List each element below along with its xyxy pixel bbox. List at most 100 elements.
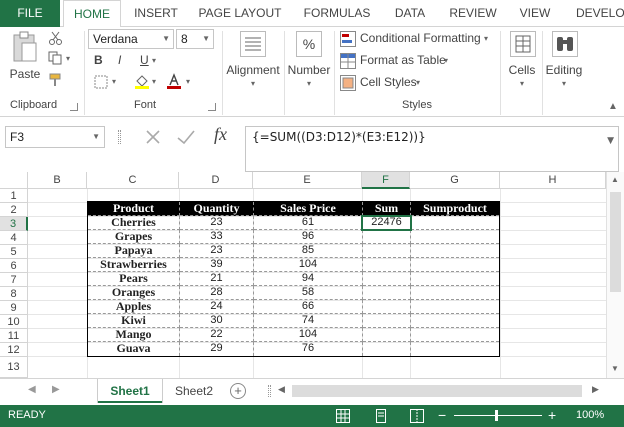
font-color-dropdown-icon[interactable]: ▾ bbox=[186, 77, 190, 86]
table-cell[interactable] bbox=[411, 300, 499, 314]
table-cell[interactable]: 24 bbox=[180, 300, 254, 314]
add-sheet-button[interactable]: + bbox=[230, 383, 246, 399]
tab-view[interactable]: VIEW bbox=[512, 0, 558, 27]
row-header-1[interactable]: 1 bbox=[0, 189, 28, 203]
table-cell[interactable]: 66 bbox=[254, 300, 363, 314]
horizontal-scroll-thumb[interactable] bbox=[292, 385, 582, 397]
format-painter-icon[interactable] bbox=[48, 73, 64, 87]
table-cell[interactable] bbox=[411, 342, 499, 356]
zoom-out-icon[interactable]: − bbox=[438, 407, 446, 423]
tab-insert[interactable]: INSERT bbox=[128, 0, 184, 27]
enter-icon[interactable] bbox=[176, 128, 196, 146]
table-cell[interactable]: Pears bbox=[88, 272, 180, 286]
table-cell[interactable] bbox=[363, 328, 411, 342]
tab-developer[interactable]: DEVELO bbox=[568, 0, 624, 27]
font-color-icon[interactable] bbox=[166, 73, 182, 89]
table-cell[interactable]: 29 bbox=[180, 342, 254, 356]
zoom-slider[interactable] bbox=[454, 415, 542, 416]
table-cell[interactable]: 85 bbox=[254, 244, 363, 258]
alignment-button[interactable]: Alignment ▾ bbox=[224, 29, 282, 95]
table-cell[interactable]: 28 bbox=[180, 286, 254, 300]
insert-function-button[interactable]: fx bbox=[214, 124, 227, 145]
name-box[interactable]: F3 ▼ bbox=[5, 126, 105, 148]
table-cell[interactable]: 94 bbox=[254, 272, 363, 286]
table-header-cell[interactable]: Product bbox=[88, 202, 180, 216]
table-cell[interactable]: 23 bbox=[180, 244, 254, 258]
table-header-cell[interactable]: Sales Price bbox=[254, 202, 363, 216]
table-cell[interactable] bbox=[363, 314, 411, 328]
table-cell[interactable] bbox=[411, 328, 499, 342]
table-cell[interactable]: Papaya bbox=[88, 244, 180, 258]
table-cell[interactable] bbox=[363, 342, 411, 356]
page-layout-view-icon[interactable] bbox=[374, 409, 388, 423]
drag-handle-icon[interactable] bbox=[118, 130, 121, 144]
table-cell[interactable]: 61 bbox=[254, 216, 363, 230]
column-header-g[interactable]: G bbox=[410, 172, 500, 189]
copy-dropdown-icon[interactable]: ▾ bbox=[66, 54, 70, 63]
border-icon[interactable] bbox=[94, 75, 108, 89]
table-cell[interactable]: Cherries bbox=[88, 216, 180, 230]
table-cell[interactable] bbox=[363, 286, 411, 300]
table-header-cell[interactable]: Sumproduct bbox=[411, 202, 499, 216]
copy-icon[interactable] bbox=[48, 51, 64, 65]
font-family-select[interactable]: Verdana ▼ bbox=[88, 29, 174, 49]
table-cell[interactable] bbox=[363, 230, 411, 244]
table-cell[interactable]: 104 bbox=[254, 328, 363, 342]
font-size-select[interactable]: 8 ▼ bbox=[176, 29, 214, 49]
table-cell[interactable]: Grapes bbox=[88, 230, 180, 244]
scroll-left-icon[interactable]: ◀ bbox=[278, 384, 285, 395]
table-cell[interactable]: Apples bbox=[88, 300, 180, 314]
number-button[interactable]: % Number ▾ bbox=[286, 29, 332, 95]
table-cell[interactable]: Guava bbox=[88, 342, 180, 356]
scroll-thumb[interactable] bbox=[610, 192, 621, 292]
clipboard-launcher-icon[interactable] bbox=[70, 103, 78, 111]
table-cell[interactable] bbox=[411, 244, 499, 258]
table-cell[interactable]: Kiwi bbox=[88, 314, 180, 328]
table-cell[interactable] bbox=[411, 258, 499, 272]
row-header-8[interactable]: 8 bbox=[0, 287, 28, 301]
table-cell[interactable]: 39 bbox=[180, 258, 254, 272]
table-cell[interactable] bbox=[411, 230, 499, 244]
row-header-13[interactable]: 13 bbox=[0, 357, 28, 378]
row-header-12[interactable]: 12 bbox=[0, 343, 28, 357]
editing-button[interactable]: Editing ▾ bbox=[544, 29, 584, 95]
table-cell[interactable] bbox=[363, 272, 411, 286]
normal-view-icon[interactable] bbox=[336, 409, 350, 423]
formula-input[interactable]: {=SUM((D3:D12)*(E3:E12))} ▼ bbox=[245, 126, 619, 172]
tab-home[interactable]: HOME bbox=[63, 0, 121, 28]
tab-formulas[interactable]: FORMULAS bbox=[297, 0, 377, 27]
table-cell[interactable] bbox=[411, 216, 499, 230]
table-header-cell[interactable]: Quantity bbox=[180, 202, 254, 216]
tab-page-layout[interactable]: PAGE LAYOUT bbox=[192, 0, 288, 27]
table-cell[interactable] bbox=[411, 286, 499, 300]
column-header-h[interactable]: H bbox=[500, 172, 606, 189]
table-cell[interactable]: 76 bbox=[254, 342, 363, 356]
table-cell[interactable]: 96 bbox=[254, 230, 363, 244]
table-cell[interactable]: 58 bbox=[254, 286, 363, 300]
row-header-10[interactable]: 10 bbox=[0, 315, 28, 329]
cell-styles-button[interactable]: Cell Styles ▾ bbox=[340, 74, 430, 92]
column-header-b[interactable]: B bbox=[28, 172, 87, 189]
table-cell[interactable]: 104 bbox=[254, 258, 363, 272]
table-cell[interactable]: 23 bbox=[180, 216, 254, 230]
select-all-corner[interactable] bbox=[0, 172, 28, 189]
table-cell[interactable] bbox=[363, 244, 411, 258]
table-cell[interactable]: 74 bbox=[254, 314, 363, 328]
row-header-4[interactable]: 4 bbox=[0, 231, 28, 245]
tab-file[interactable]: FILE bbox=[0, 0, 60, 27]
table-cell[interactable] bbox=[411, 272, 499, 286]
tab-data[interactable]: DATA bbox=[387, 0, 433, 27]
vertical-scrollbar[interactable]: ▲ ▼ bbox=[606, 172, 624, 378]
paste-button[interactable]: Paste bbox=[6, 29, 44, 85]
underline-button[interactable]: U bbox=[140, 53, 149, 67]
table-cell[interactable]: 33 bbox=[180, 230, 254, 244]
font-launcher-icon[interactable] bbox=[208, 103, 216, 111]
expand-formula-icon[interactable]: ▼ bbox=[607, 131, 614, 151]
tab-splitter-handle[interactable] bbox=[268, 385, 271, 397]
underline-dropdown-icon[interactable]: ▾ bbox=[152, 56, 156, 65]
row-header-11[interactable]: 11 bbox=[0, 329, 28, 343]
row-header-9[interactable]: 9 bbox=[0, 301, 28, 315]
next-sheet-icon[interactable]: ▶ bbox=[52, 384, 60, 395]
column-header-e[interactable]: E bbox=[253, 172, 362, 189]
page-break-view-icon[interactable] bbox=[410, 409, 424, 423]
